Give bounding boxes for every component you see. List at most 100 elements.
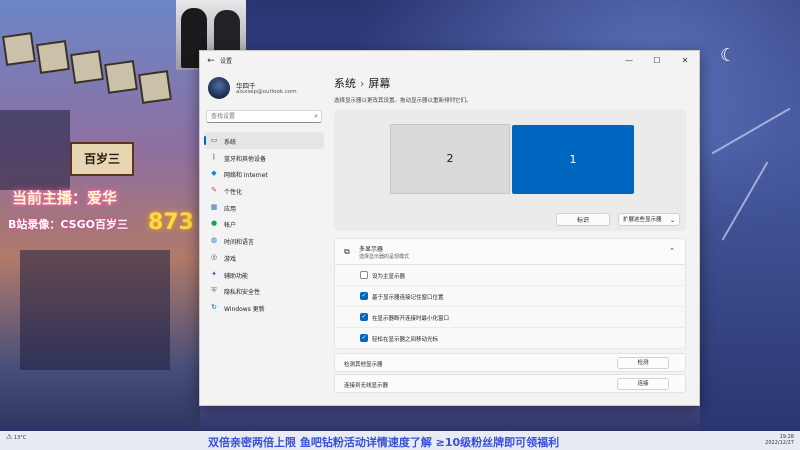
wireless-display-row: 连接到无线显示器 连接 bbox=[334, 374, 686, 393]
moon-icon: ☾ bbox=[720, 45, 737, 66]
sidebar-item[interactable]: ▦ 应用 bbox=[204, 199, 324, 216]
apps-icon: ▦ bbox=[210, 202, 218, 211]
poster-image bbox=[70, 50, 104, 84]
breadcrumb-parent[interactable]: 系统 bbox=[334, 77, 356, 90]
page-title: 屏幕 bbox=[368, 77, 391, 90]
neon-number: 873 bbox=[148, 210, 194, 235]
wifi-icon: ◆ bbox=[211, 169, 217, 178]
title-bar[interactable]: ← 设置 — ☐ ✕ bbox=[200, 51, 699, 71]
sidebar-item-label: 个性化 bbox=[224, 189, 243, 197]
multi-monitor-icon: ⧉ bbox=[344, 247, 350, 256]
display-mode-select[interactable]: 扩展这些显示器 ⌄ bbox=[618, 213, 680, 226]
sidebar-item[interactable]: ✎ 个性化 bbox=[204, 182, 324, 199]
clock[interactable]: 19:28 2022/12/27 bbox=[765, 434, 794, 446]
building-shape bbox=[20, 250, 170, 370]
detect-button[interactable]: 检测 bbox=[617, 357, 669, 369]
update-icon: ↻ bbox=[211, 302, 217, 311]
sidebar-item-label: Windows 更新 bbox=[224, 305, 265, 313]
window-controls: — ☐ ✕ bbox=[615, 51, 699, 71]
sidebar-item[interactable]: ◍ 时间和语言 bbox=[204, 232, 324, 249]
chevron-down-icon: ⌄ bbox=[669, 217, 675, 224]
brush-icon: ✎ bbox=[211, 186, 217, 195]
window-title: 设置 bbox=[220, 58, 233, 65]
sidebar-item[interactable]: ↻ Windows 更新 bbox=[204, 299, 324, 316]
option-label: 基于显示器连接记住窗口位置 bbox=[372, 295, 444, 301]
sidebar-item[interactable]: ● 帐户 bbox=[204, 215, 324, 232]
section-subtitle: 选择显示器的呈现模式 bbox=[359, 254, 410, 260]
monitor-icon: ▭ bbox=[210, 136, 218, 144]
detect-displays-row: 检测其他显示器 检测 bbox=[334, 353, 686, 372]
option-checkbox[interactable]: ✓ bbox=[360, 313, 368, 321]
taskbar: ⚠ 13°C 双倍亲密两倍上限 鱼吧钻粉活动详情速度了解 ≥10级粉丝牌即可领福… bbox=[0, 431, 800, 450]
wireless-label: 连接到无线显示器 bbox=[344, 383, 389, 389]
maximize-button[interactable]: ☐ bbox=[643, 51, 671, 71]
poster-image bbox=[36, 40, 70, 74]
option-row: ✓ 在显示器断开连接时最小化窗口 bbox=[334, 307, 686, 328]
option-label: 在显示器断开连接时最小化窗口 bbox=[372, 316, 450, 322]
sidebar-item-label: 系统 bbox=[224, 139, 237, 146]
option-row: ✓ 轻松在显示器之间移动光标 bbox=[334, 328, 686, 349]
sidebar-item-label: 帐户 bbox=[224, 222, 237, 230]
close-button[interactable]: ✕ bbox=[671, 51, 699, 71]
display-arrangement: 2 1 标识 扩展这些显示器 ⌄ bbox=[334, 109, 686, 231]
settings-window: ← 设置 — ☐ ✕ 华四千 aixxsep@outlook.com ⌕ ▭系统… bbox=[199, 50, 700, 406]
display-mode-value: 扩展这些显示器 bbox=[623, 217, 662, 223]
accessibility-icon: ✦ bbox=[211, 269, 217, 278]
clock-date: 2022/12/27 bbox=[765, 440, 794, 446]
gamepad-icon: ◎ bbox=[210, 252, 218, 261]
monitor-2-tile[interactable]: 2 bbox=[390, 124, 510, 194]
shield-icon: ⛨ bbox=[211, 286, 217, 295]
sidebar-item[interactable]: ◎ 游戏 bbox=[204, 249, 324, 266]
sidebar-item-label: 时间和语言 bbox=[224, 239, 255, 247]
search-icon[interactable]: ⌕ bbox=[314, 112, 318, 121]
section-title: 多显示器 bbox=[359, 246, 384, 253]
sidebar-nav: ▭ 系统 ᛒ 蓝牙和其他设备 ◆ 网络和 Internet ✎ 个性化 ▦ 应用 ● 帐户 ◍ 时间和语言… bbox=[204, 132, 324, 316]
display-hint: 选择显示器以更改其设置。拖动显示器以重新排列它们。 bbox=[334, 98, 472, 104]
weather-label: 13°C bbox=[13, 435, 27, 441]
poster-image bbox=[104, 60, 138, 94]
sidebar-item[interactable]: ᛒ 蓝牙和其他设备 bbox=[204, 149, 324, 166]
stream-overlay-scene: 百岁三 当前主播：爱华 B站录像：CSGO百岁三 873 bbox=[0, 0, 200, 430]
building-shape bbox=[0, 110, 70, 190]
host-caption: 当前主播：爱华 bbox=[12, 189, 118, 207]
sidebar-item[interactable]: ▭ 系统 bbox=[204, 132, 324, 149]
sidebar-item-label: 应用 bbox=[224, 205, 237, 213]
minimize-button[interactable]: — bbox=[615, 51, 643, 71]
globe-icon: ◍ bbox=[210, 236, 218, 245]
user-email: aixxsep@outlook.com bbox=[236, 89, 297, 95]
sidebar-item-label: 蓝牙和其他设备 bbox=[224, 155, 267, 163]
city-skyline bbox=[200, 405, 700, 432]
back-arrow-icon[interactable]: ← bbox=[205, 55, 217, 67]
option-checkbox[interactable]: ✓ bbox=[360, 334, 368, 342]
weather-widget[interactable]: ⚠ 13°C bbox=[6, 433, 26, 441]
connect-button[interactable]: 连接 bbox=[617, 378, 669, 390]
sidebar-item-label: 隐私和安全性 bbox=[224, 289, 261, 297]
sidebar-item-label: 游戏 bbox=[224, 255, 237, 263]
chevron-up-icon[interactable]: ⌃ bbox=[669, 247, 675, 255]
monitor-1-tile[interactable]: 1 bbox=[512, 125, 634, 194]
option-checkbox[interactable] bbox=[360, 271, 368, 279]
multi-display-section[interactable]: ⧉ 多显示器 选择显示器的呈现模式 ⌃ bbox=[334, 238, 686, 265]
breadcrumb: 系统 › 屏幕 bbox=[334, 75, 390, 91]
detect-label: 检测其他显示器 bbox=[344, 362, 383, 368]
poster-image bbox=[2, 32, 36, 66]
option-checkbox[interactable]: ✓ bbox=[360, 292, 368, 300]
shop-sign: 百岁三 bbox=[70, 142, 134, 176]
sidebar-item[interactable]: ⛨ 隐私和安全性 bbox=[204, 282, 324, 299]
poster-strip bbox=[0, 30, 200, 110]
account-icon: ● bbox=[210, 219, 218, 228]
bluetooth-icon: ᛒ bbox=[211, 152, 217, 161]
option-label: 轻松在显示器之间移动光标 bbox=[372, 337, 439, 343]
search-input[interactable] bbox=[211, 112, 307, 121]
sidebar-item[interactable]: ✦ 辅助功能 bbox=[204, 266, 324, 283]
breadcrumb-separator: › bbox=[360, 77, 365, 90]
avatar[interactable] bbox=[208, 77, 230, 99]
option-label: 设为主显示器 bbox=[372, 274, 406, 280]
search-box[interactable]: ⌕ bbox=[206, 110, 322, 123]
sidebar-item-label: 网络和 Internet bbox=[224, 172, 268, 180]
option-row: ✓ 基于显示器连接记住窗口位置 bbox=[334, 286, 686, 307]
city-skyline bbox=[700, 140, 800, 430]
sidebar-item[interactable]: ◆ 网络和 Internet bbox=[204, 165, 324, 182]
identify-button[interactable]: 标识 bbox=[556, 213, 610, 226]
replay-caption: B站录像：CSGO百岁三 bbox=[8, 218, 128, 231]
